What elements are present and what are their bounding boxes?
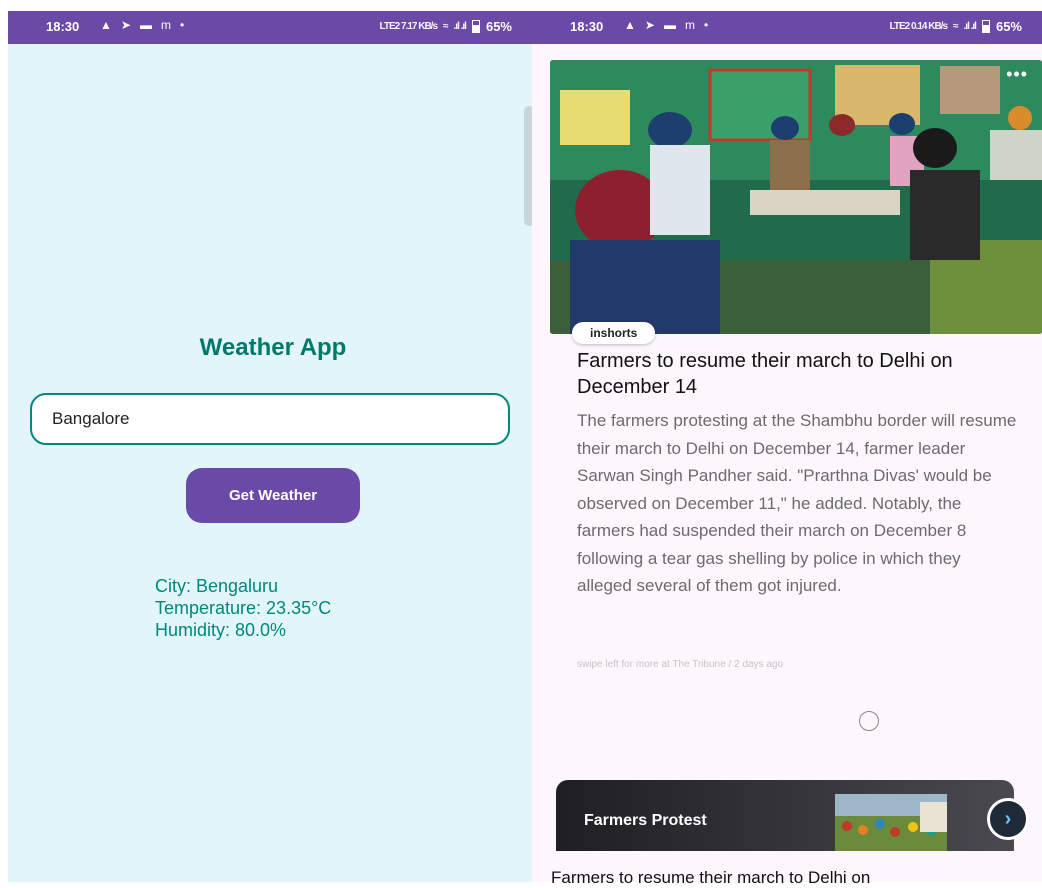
battery-icon — [981, 20, 990, 33]
wifi-icon: ≈ — [953, 21, 958, 32]
notification-icons: ▲ ➤ ▬ m • — [100, 18, 184, 32]
weather-result: City: Bengaluru Temperature: 23.35°C Hum… — [155, 575, 331, 641]
next-arrow-button[interactable]: › — [987, 798, 1029, 840]
news-photo-illustration — [550, 60, 1042, 334]
network-speed: LTE2 0.14 KB/s — [889, 21, 949, 32]
result-humidity: Humidity: 80.0% — [155, 620, 287, 640]
battery-icon — [471, 20, 480, 33]
dot-icon: • — [703, 18, 709, 32]
wifi-icon: ≈ — [443, 21, 448, 32]
result-city: City: Bengaluru — [155, 576, 279, 596]
result-temperature: Temperature: 23.35°C — [155, 598, 332, 618]
m-app-icon: m — [684, 18, 695, 32]
m-app-icon: m — [160, 18, 171, 32]
banner-title: Farmers Protest — [584, 812, 707, 829]
send-icon: ➤ — [120, 18, 131, 32]
status-bar: 18:30 ▲ ➤ ▬ m • LTE2 7.17 KB/s ≈ .ıl .ıl… — [8, 11, 532, 44]
video-icon: ▬ — [139, 18, 152, 32]
chevron-right-icon: › — [1004, 807, 1012, 830]
source-badge: inshorts — [572, 322, 656, 344]
battery-percent: 65% — [485, 19, 512, 34]
status-time: 18:30 — [46, 19, 80, 34]
topic-banner[interactable]: Farmers Protest — [556, 780, 1014, 851]
loading-indicator-icon — [859, 711, 879, 731]
news-photo: ••• — [550, 60, 1042, 334]
status-right: LTE2 0.14 KB/s ≈ .ıl .ıl 65% — [890, 19, 1023, 34]
city-input[interactable] — [30, 393, 510, 445]
get-weather-button[interactable]: Get Weather — [186, 468, 360, 523]
signal-icon: .ıl .ıl — [963, 21, 977, 32]
status-bar: 18:30 ▲ ➤ ▬ m • LTE2 0.14 KB/s ≈ .ıl .ıl… — [532, 11, 1042, 44]
news-app-screen: 18:30 ▲ ➤ ▬ m • LTE2 0.14 KB/s ≈ .ıl .ıl… — [532, 11, 1042, 887]
network-speed: LTE2 7.17 KB/s — [379, 21, 439, 32]
app-title: Weather App — [199, 334, 347, 361]
weather-app-screen: 18:30 ▲ ➤ ▬ m • LTE2 7.17 KB/s ≈ .ıl .ıl… — [8, 11, 534, 882]
signal-icon: .ıl .ıl — [453, 21, 467, 32]
notification-icons: ▲ ➤ ▬ m • — [624, 18, 708, 32]
news-body: The farmers protesting at the Shambhu bo… — [577, 411, 1017, 595]
news-headline[interactable]: Farmers to resume their march to Delhi o… — [577, 348, 1017, 400]
status-time: 18:30 — [570, 19, 604, 34]
video-icon: ▬ — [663, 18, 676, 32]
more-options-icon[interactable]: ••• — [1006, 64, 1028, 85]
send-icon: ➤ — [644, 18, 655, 32]
banner-crowd-image — [835, 794, 947, 851]
news-footer[interactable]: swipe left for more at The Tribune / 2 d… — [577, 659, 783, 670]
bell-icon: ▲ — [100, 18, 112, 32]
bell-icon: ▲ — [624, 18, 636, 32]
status-right: LTE2 7.17 KB/s ≈ .ıl .ıl 65% — [380, 19, 513, 34]
next-news-headline[interactable]: Farmers to resume their march to Delhi o… — [551, 868, 870, 888]
dot-icon: • — [179, 18, 185, 32]
battery-percent: 65% — [995, 19, 1022, 34]
